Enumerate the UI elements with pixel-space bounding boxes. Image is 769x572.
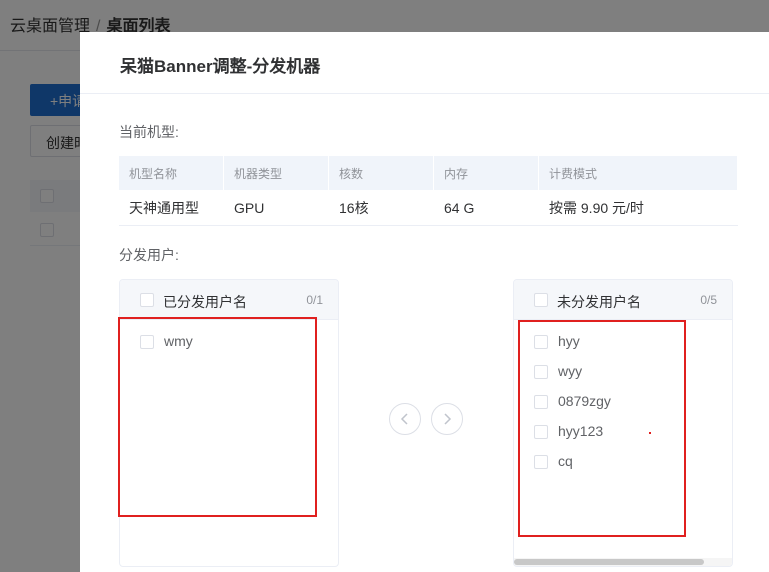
item-label: cq [558, 453, 573, 469]
item-label: hyy [558, 333, 580, 349]
current-model-label: 当前机型: [119, 124, 179, 140]
distributed-panel-header: 已分发用户名 0/1 [120, 280, 338, 320]
header-cores: 核数 [329, 156, 434, 190]
undistributed-panel-title: 未分发用户名 [557, 294, 641, 310]
cell-cores: 16核 [339, 199, 369, 216]
dialog-header: 呆猫Banner调整-分发机器 [80, 32, 769, 94]
undistributed-users-panel: 未分发用户名 0/5 hyy wyy 0879zgy hyy123 cq [513, 279, 733, 567]
cell-memory: 64 G [444, 199, 475, 216]
header-machine-type: 机器类型 [224, 156, 329, 190]
move-left-button[interactable] [389, 403, 421, 435]
header-billing-mode: 计费模式 [539, 156, 738, 190]
scrollbar-thumb[interactable] [514, 559, 704, 565]
horizontal-scrollbar[interactable] [514, 558, 732, 566]
item-checkbox[interactable] [140, 335, 154, 349]
chevron-right-icon [444, 413, 452, 425]
item-label: wyy [558, 363, 583, 379]
spec-table-header: 机型名称 机器类型 核数 内存 计费模式 [119, 156, 738, 190]
chevron-left-icon [400, 413, 408, 425]
distributed-select-all-checkbox[interactable] [140, 293, 154, 307]
item-checkbox[interactable] [534, 425, 548, 439]
item-checkbox[interactable] [534, 455, 548, 469]
spec-table: 机型名称 机器类型 核数 内存 计费模式 天神通用型 GPU 16核 64 G … [119, 156, 738, 226]
move-right-button[interactable] [431, 403, 463, 435]
dialog-title: 呆猫Banner调整-分发机器 [120, 57, 321, 76]
annotation-dot [649, 432, 651, 434]
item-checkbox[interactable] [534, 365, 548, 379]
item-label: wmy [164, 333, 193, 349]
item-checkbox[interactable] [534, 395, 548, 409]
item-label: hyy123 [558, 423, 604, 439]
item-label: 0879zgy [558, 393, 611, 409]
distribute-users-label: 分发用户: [119, 247, 179, 263]
distribute-machine-dialog: 呆猫Banner调整-分发机器 当前机型: 机型名称 机器类型 核数 内存 计费… [80, 32, 769, 572]
undistributed-panel-count: 0/5 [700, 293, 717, 307]
table-row: 天神通用型 GPU 16核 64 G 按需 9.90 元/时 [119, 190, 738, 226]
undistributed-panel-header: 未分发用户名 0/5 [514, 280, 732, 320]
header-model-name: 机型名称 [119, 156, 224, 190]
header-memory: 内存 [434, 156, 539, 190]
distributed-panel-title: 已分发用户名 [163, 294, 247, 310]
distributed-panel-count: 0/1 [306, 293, 323, 307]
cell-machine-type: GPU [234, 199, 265, 216]
item-checkbox[interactable] [534, 335, 548, 349]
undistributed-select-all-checkbox[interactable] [534, 293, 548, 307]
distributed-users-panel: 已分发用户名 0/1 wmy [119, 279, 339, 567]
cell-billing-mode: 按需 9.90 元/时 [549, 199, 644, 216]
cell-model-name: 天神通用型 [129, 199, 199, 216]
